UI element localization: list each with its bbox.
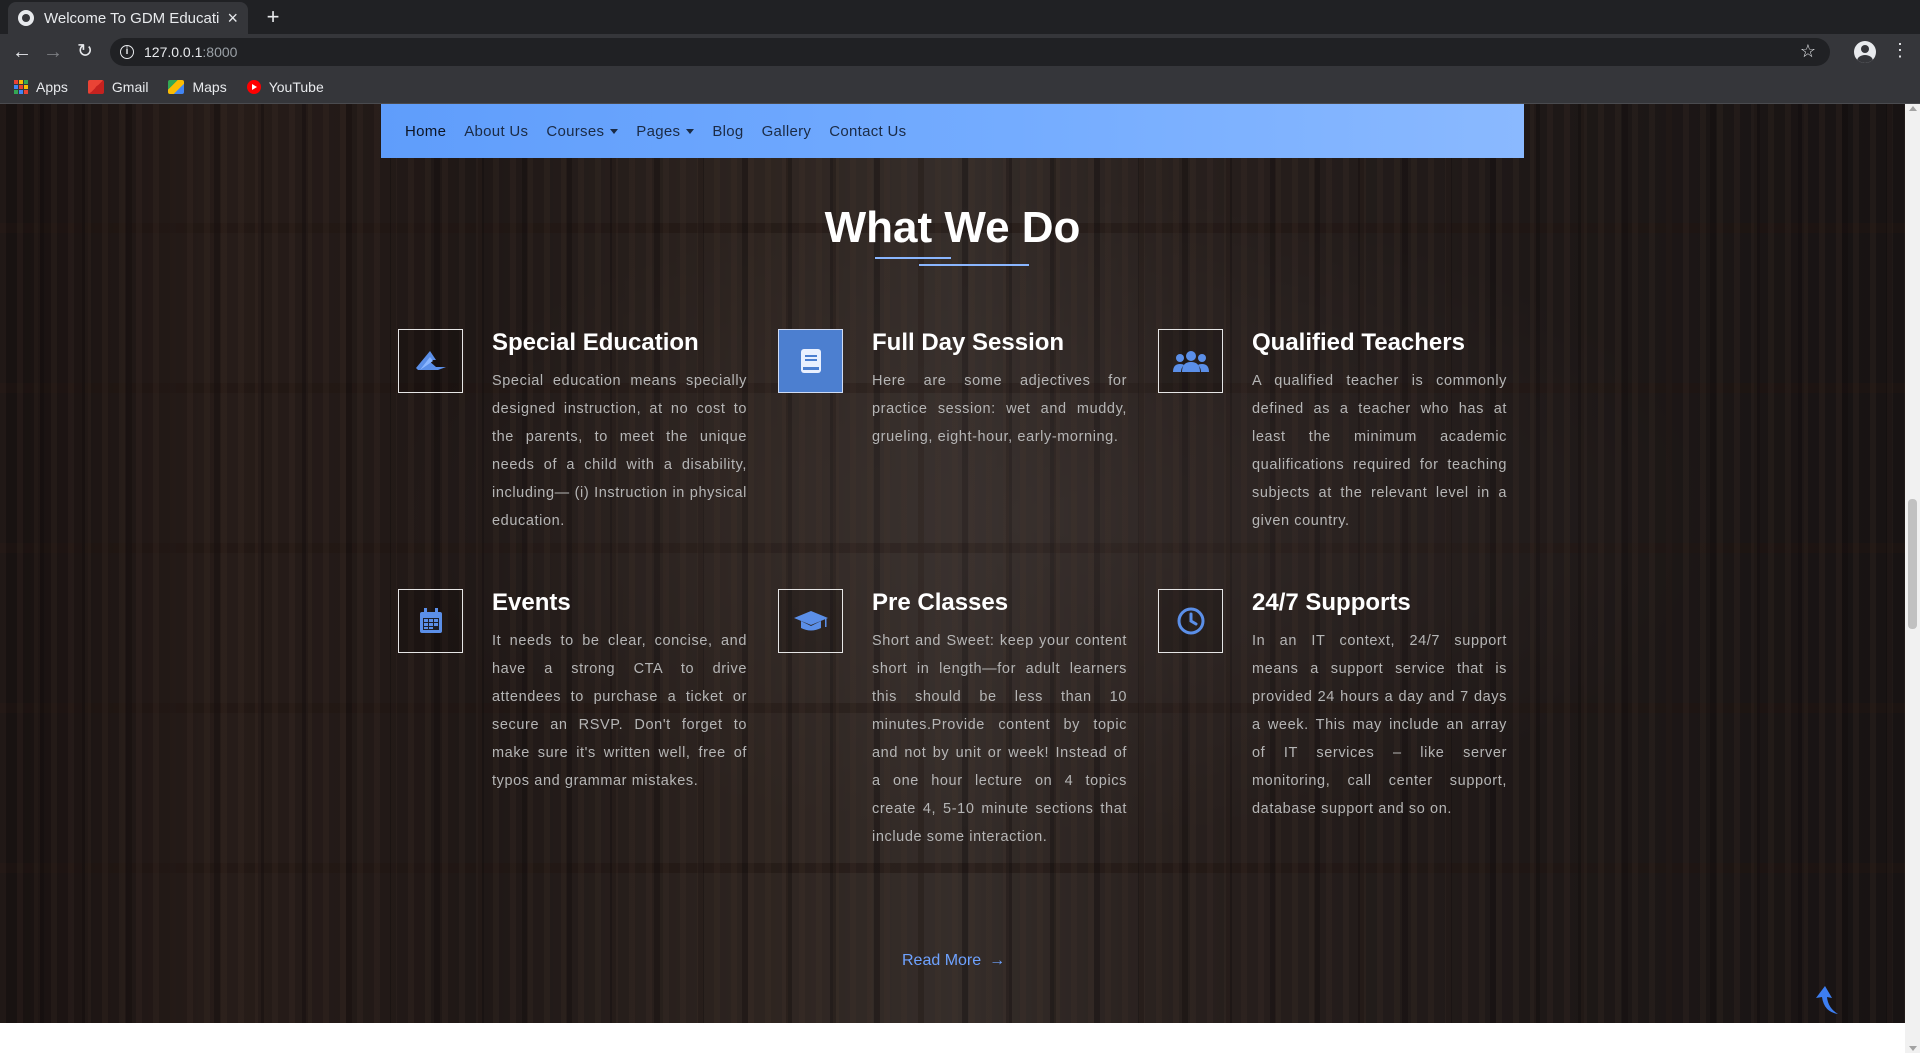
- feature-description: Short and Sweet: keep your content short…: [872, 633, 1127, 845]
- back-to-top-icon[interactable]: [1810, 984, 1840, 1016]
- scrollbar-thumb[interactable]: [1908, 499, 1917, 629]
- calendar-icon: [398, 589, 463, 653]
- feature-title: Events: [492, 589, 571, 616]
- bookmark-youtube[interactable]: YouTube: [246, 78, 324, 95]
- clock-icon: [1158, 589, 1223, 653]
- browser-toolbar: ← → ↻ i 127.0.0.1:8000 ☆ ⋮: [0, 34, 1920, 70]
- browser-tab[interactable]: Welcome To GDM Educati ×: [8, 2, 248, 34]
- browser-menu-icon[interactable]: ⋮: [1890, 40, 1910, 61]
- arrow-right-icon: →: [989, 952, 1006, 969]
- bookmark-star-icon[interactable]: ☆: [1800, 41, 1816, 62]
- forward-arrow-icon[interactable]: →: [41, 40, 65, 64]
- feature-title: Full Day Session: [872, 329, 1065, 356]
- nav-label: Gallery: [761, 122, 812, 140]
- youtube-icon: [246, 79, 261, 94]
- section-title-light: What We: [824, 203, 1022, 252]
- nav-label: Blog: [712, 122, 744, 140]
- nav-courses-dropdown[interactable]: Courses: [546, 122, 619, 140]
- bookmark-apps[interactable]: Apps: [14, 79, 68, 95]
- nav-about-us[interactable]: About Us: [464, 123, 528, 140]
- site-info-icon[interactable]: i: [120, 45, 134, 59]
- section-title-bold: Do: [1021, 203, 1081, 252]
- feature-description: It needs to be clear, concise, and have …: [492, 633, 747, 789]
- bookmark-label: Maps: [192, 78, 227, 95]
- nav-label: Home: [405, 122, 447, 140]
- profile-avatar-icon[interactable]: [1854, 41, 1876, 63]
- feature-description: Here are some adjectives for practice se…: [872, 373, 1127, 445]
- nav-blog[interactable]: Blog: [712, 123, 743, 140]
- bookmarks-bar: Apps Gmail Maps YouTube: [0, 70, 1920, 104]
- read-more-label: Read More: [902, 952, 982, 969]
- nav-home[interactable]: Home: [405, 123, 446, 140]
- back-arrow-icon[interactable]: ←: [10, 40, 34, 64]
- feature-title: Pre Classes: [872, 589, 1009, 616]
- book-icon: [778, 329, 843, 393]
- nav-label: Pages: [636, 122, 681, 140]
- title-underline: [875, 257, 951, 259]
- feature-title: Special Education: [492, 329, 699, 356]
- nav-label: About Us: [464, 122, 529, 140]
- bookmark-label: Apps: [36, 78, 68, 95]
- main-navigation: Home About Us Courses Pages Blog Gallery…: [381, 104, 1524, 158]
- feature-description: In an IT context, 24/7 support means a s…: [1252, 633, 1507, 817]
- new-tab-button[interactable]: +: [260, 4, 286, 30]
- mortarboard-icon: [778, 589, 843, 653]
- feature-title: 24/7 Supports: [1252, 589, 1411, 616]
- nav-label: Courses: [546, 122, 605, 140]
- reload-icon[interactable]: ↻: [73, 40, 97, 64]
- caret-down-icon: [686, 128, 695, 134]
- url-host: 127.0.0.1: [144, 44, 203, 60]
- tab-close-icon[interactable]: ×: [227, 8, 238, 29]
- bookmark-maps[interactable]: Maps: [168, 78, 227, 95]
- page-viewport: Home About Us Courses Pages Blog Gallery…: [0, 104, 1920, 1053]
- browser-tab-bar: Welcome To GDM Educati × +: [0, 0, 1920, 34]
- apps-grid-icon: [14, 79, 28, 94]
- section-title: What We Do: [0, 203, 1905, 253]
- next-section-edge: [0, 1023, 1905, 1053]
- nav-label: Contact Us: [829, 122, 907, 140]
- users-icon: [1158, 329, 1223, 393]
- nav-gallery[interactable]: Gallery: [762, 123, 812, 140]
- bookmark-gmail[interactable]: Gmail: [87, 78, 149, 95]
- graduation-swoosh-icon: [398, 329, 463, 393]
- feature-title: Qualified Teachers: [1252, 329, 1465, 356]
- address-bar[interactable]: i 127.0.0.1:8000 ☆: [110, 38, 1830, 66]
- tab-title: Welcome To GDM Educati: [44, 9, 220, 27]
- feature-description: A qualified teacher is commonly defined …: [1252, 373, 1507, 529]
- scroll-down-arrow-icon[interactable]: [1909, 1046, 1917, 1051]
- scroll-up-arrow-icon[interactable]: [1909, 106, 1917, 111]
- gmail-icon: [87, 79, 104, 94]
- nav-contact-us[interactable]: Contact Us: [829, 123, 906, 140]
- url-port: :8000: [202, 44, 238, 60]
- page-scrollbar[interactable]: [1905, 104, 1920, 1053]
- bookmark-label: YouTube: [268, 78, 324, 95]
- site-favicon-icon: [18, 10, 34, 26]
- maps-icon: [168, 79, 185, 94]
- read-more-link[interactable]: Read More →: [902, 952, 1005, 970]
- bookmark-label: Gmail: [111, 78, 149, 95]
- feature-description: Special education means specially design…: [492, 373, 747, 529]
- nav-pages-dropdown[interactable]: Pages: [636, 122, 695, 140]
- caret-down-icon: [610, 128, 619, 134]
- title-underline: [919, 264, 1029, 266]
